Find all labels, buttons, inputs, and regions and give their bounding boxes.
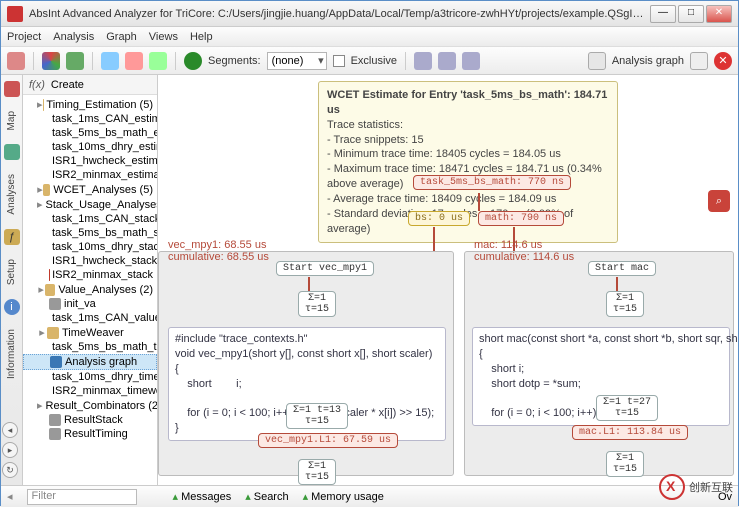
window-title: AbsInt Advanced Analyzer for TriCore: C:… xyxy=(29,8,650,20)
tree-item[interactable]: ISR2_minmax_estimate xyxy=(23,168,157,182)
search-icon[interactable]: ⌕ xyxy=(708,190,730,212)
watermark: 创新互联 xyxy=(659,474,733,500)
rail-setup[interactable]: Setup xyxy=(6,259,17,285)
tree-item[interactable]: ISR1_hwcheck_estimate xyxy=(23,154,157,168)
menu-graph[interactable]: Graph xyxy=(106,31,137,43)
group-value[interactable]: ▸Value_Analyses (2) xyxy=(23,282,157,297)
group-stack[interactable]: ▸Stack_Usage_Analyses (5) xyxy=(23,197,157,212)
main: Map Analyses ƒ Setup i Information f(x) … xyxy=(1,75,738,485)
tree: ▸Timing_Estimation (5) task_1ms_CAN_esti… xyxy=(23,95,157,485)
tree-item[interactable]: ISR2_minmax_timeweave xyxy=(23,384,157,398)
tree-item[interactable]: task_5ms_bs_math_timewe xyxy=(23,340,157,354)
tree-item[interactable]: ResultStack xyxy=(23,413,157,427)
expand-icon[interactable] xyxy=(690,52,708,70)
panel-icon[interactable] xyxy=(588,52,606,70)
node-iter-right2[interactable]: Σ=1 t=27 τ=15 xyxy=(596,395,658,421)
rail-analyses-icon[interactable] xyxy=(4,144,20,160)
tree-item[interactable]: task_10ms_dhry_timewea xyxy=(23,370,157,384)
panel-head-left: vec_mpy1: 68.55 uscumulative: 68.55 us xyxy=(164,237,273,265)
tree-item[interactable]: task_5ms_bs_math_stack xyxy=(23,226,157,240)
refresh-icon[interactable] xyxy=(184,52,202,70)
nav-history: ◂ ▸ ↻ xyxy=(2,422,18,478)
node-iter-left3[interactable]: Σ=1 τ=15 xyxy=(298,459,336,485)
group-result[interactable]: ▸Result_Combinators (2) xyxy=(23,398,157,413)
tree-item[interactable]: init_va xyxy=(23,297,157,311)
tab-search[interactable]: ▴Search xyxy=(245,490,288,503)
rail-info-icon[interactable]: i xyxy=(4,299,20,315)
maximize-button[interactable]: □ xyxy=(678,5,704,23)
filter-input[interactable]: Filter xyxy=(27,489,137,505)
exclusive-checkbox[interactable] xyxy=(333,55,345,67)
node-start-left[interactable]: Start vec_mpy1 xyxy=(276,261,374,276)
segments-combo[interactable]: (none) xyxy=(267,52,327,70)
close-panel-icon[interactable]: ✕ xyxy=(714,52,732,70)
brand-logo-icon xyxy=(659,474,685,500)
stop-icon[interactable] xyxy=(7,52,25,70)
step-icon[interactable] xyxy=(149,52,167,70)
back-icon[interactable]: ◂ xyxy=(2,422,18,438)
node-root[interactable]: task_5ms_bs_math: 770 ns xyxy=(413,175,571,190)
zoom-icon[interactable] xyxy=(438,52,456,70)
node-start-right[interactable]: Start mac xyxy=(588,261,656,276)
loop-icon[interactable]: ↻ xyxy=(2,462,18,478)
node-iter-right3[interactable]: Σ=1 τ=15 xyxy=(606,451,644,477)
group-wcet[interactable]: ▸WCET_Analyses (5) xyxy=(23,182,157,197)
tree-item[interactable]: ResultTiming xyxy=(23,427,157,441)
rail-fx-icon[interactable]: ƒ xyxy=(4,229,20,245)
flag-icon[interactable] xyxy=(125,52,143,70)
chart-icon[interactable] xyxy=(66,52,84,70)
zoom-fit-icon[interactable] xyxy=(414,52,432,70)
statusbar: ◂ Filter ▴Messages ▴Search ▴Memory usage… xyxy=(1,485,738,507)
tree-item[interactable]: task_1ms_CAN_stack xyxy=(23,212,157,226)
node-leaf-right[interactable]: mac.L1: 113.84 us xyxy=(572,425,688,440)
fwd-icon[interactable]: ▸ xyxy=(2,442,18,458)
group-timeweaver[interactable]: ▸TimeWeaver xyxy=(23,325,157,340)
rail-analyses[interactable]: Analyses xyxy=(6,174,17,215)
rail-map[interactable]: Map xyxy=(6,111,17,130)
rail-map-icon[interactable] xyxy=(4,81,20,97)
tree-item[interactable]: ISR2_minmax_stack xyxy=(23,268,157,282)
toolbar: Segments: (none) Exclusive Analysis grap… xyxy=(1,47,738,75)
tree-item[interactable]: task_10ms_dhry_estimate xyxy=(23,140,157,154)
node-math[interactable]: math: 790 ns xyxy=(478,211,564,226)
sidebar-header: f(x) Create xyxy=(23,75,157,95)
tab-messages[interactable]: ▴Messages xyxy=(173,490,232,503)
menu-help[interactable]: Help xyxy=(190,31,213,43)
node-bs[interactable]: bs: 0 us xyxy=(408,211,470,226)
menu-project[interactable]: Project xyxy=(7,31,41,43)
zoom-in-icon[interactable] xyxy=(462,52,480,70)
tab-memory[interactable]: ▴Memory usage xyxy=(303,490,384,503)
pie-icon[interactable] xyxy=(42,52,60,70)
menu-analysis[interactable]: Analysis xyxy=(53,31,94,43)
node-iter-right1[interactable]: Σ=1 τ=15 xyxy=(606,291,644,317)
segments-label: Segments: xyxy=(208,55,261,67)
menubar: Project Analysis Graph Views Help xyxy=(1,27,738,47)
tree-item[interactable]: task_1ms_CAN_value xyxy=(23,311,157,325)
minimize-button[interactable]: — xyxy=(650,5,676,23)
cursor-icon[interactable] xyxy=(101,52,119,70)
tree-item[interactable]: task_1ms_CAN_estimate xyxy=(23,112,157,126)
app-icon xyxy=(7,6,23,22)
analysis-graph-label: Analysis graph xyxy=(612,55,684,67)
node-iter-left1[interactable]: Σ=1 τ=15 xyxy=(298,291,336,317)
tree-item[interactable]: ISR1_hwcheck_stack xyxy=(23,254,157,268)
tree-item[interactable]: task_10ms_dhry_stack xyxy=(23,240,157,254)
tree-item[interactable]: task_5ms_bs_math_estim xyxy=(23,126,157,140)
close-button[interactable]: ✕ xyxy=(706,5,732,23)
panel-head-right: mac: 114.6 uscumulative: 114.6 us xyxy=(470,237,578,265)
node-leaf-left[interactable]: vec_mpy1.L1: 67.59 us xyxy=(258,433,398,448)
menu-views[interactable]: Views xyxy=(149,31,178,43)
rail-information[interactable]: Information xyxy=(6,329,17,379)
titlebar: AbsInt Advanced Analyzer for TriCore: C:… xyxy=(1,1,738,27)
create-label[interactable]: Create xyxy=(51,79,84,91)
brand-text: 创新互联 xyxy=(689,479,733,495)
group-timing[interactable]: ▸Timing_Estimation (5) xyxy=(23,97,157,112)
sidebar: f(x) Create ▸Timing_Estimation (5) task_… xyxy=(23,75,158,485)
fx-label: f(x) xyxy=(29,79,45,91)
graph-canvas[interactable]: WCET Estimate for Entry 'task_5ms_bs_mat… xyxy=(158,75,738,485)
node-iter-left2[interactable]: Σ=1 t=13 τ=15 xyxy=(286,403,348,429)
tree-item-selected[interactable]: Analysis graph xyxy=(23,354,157,370)
exclusive-label: Exclusive xyxy=(351,55,397,67)
